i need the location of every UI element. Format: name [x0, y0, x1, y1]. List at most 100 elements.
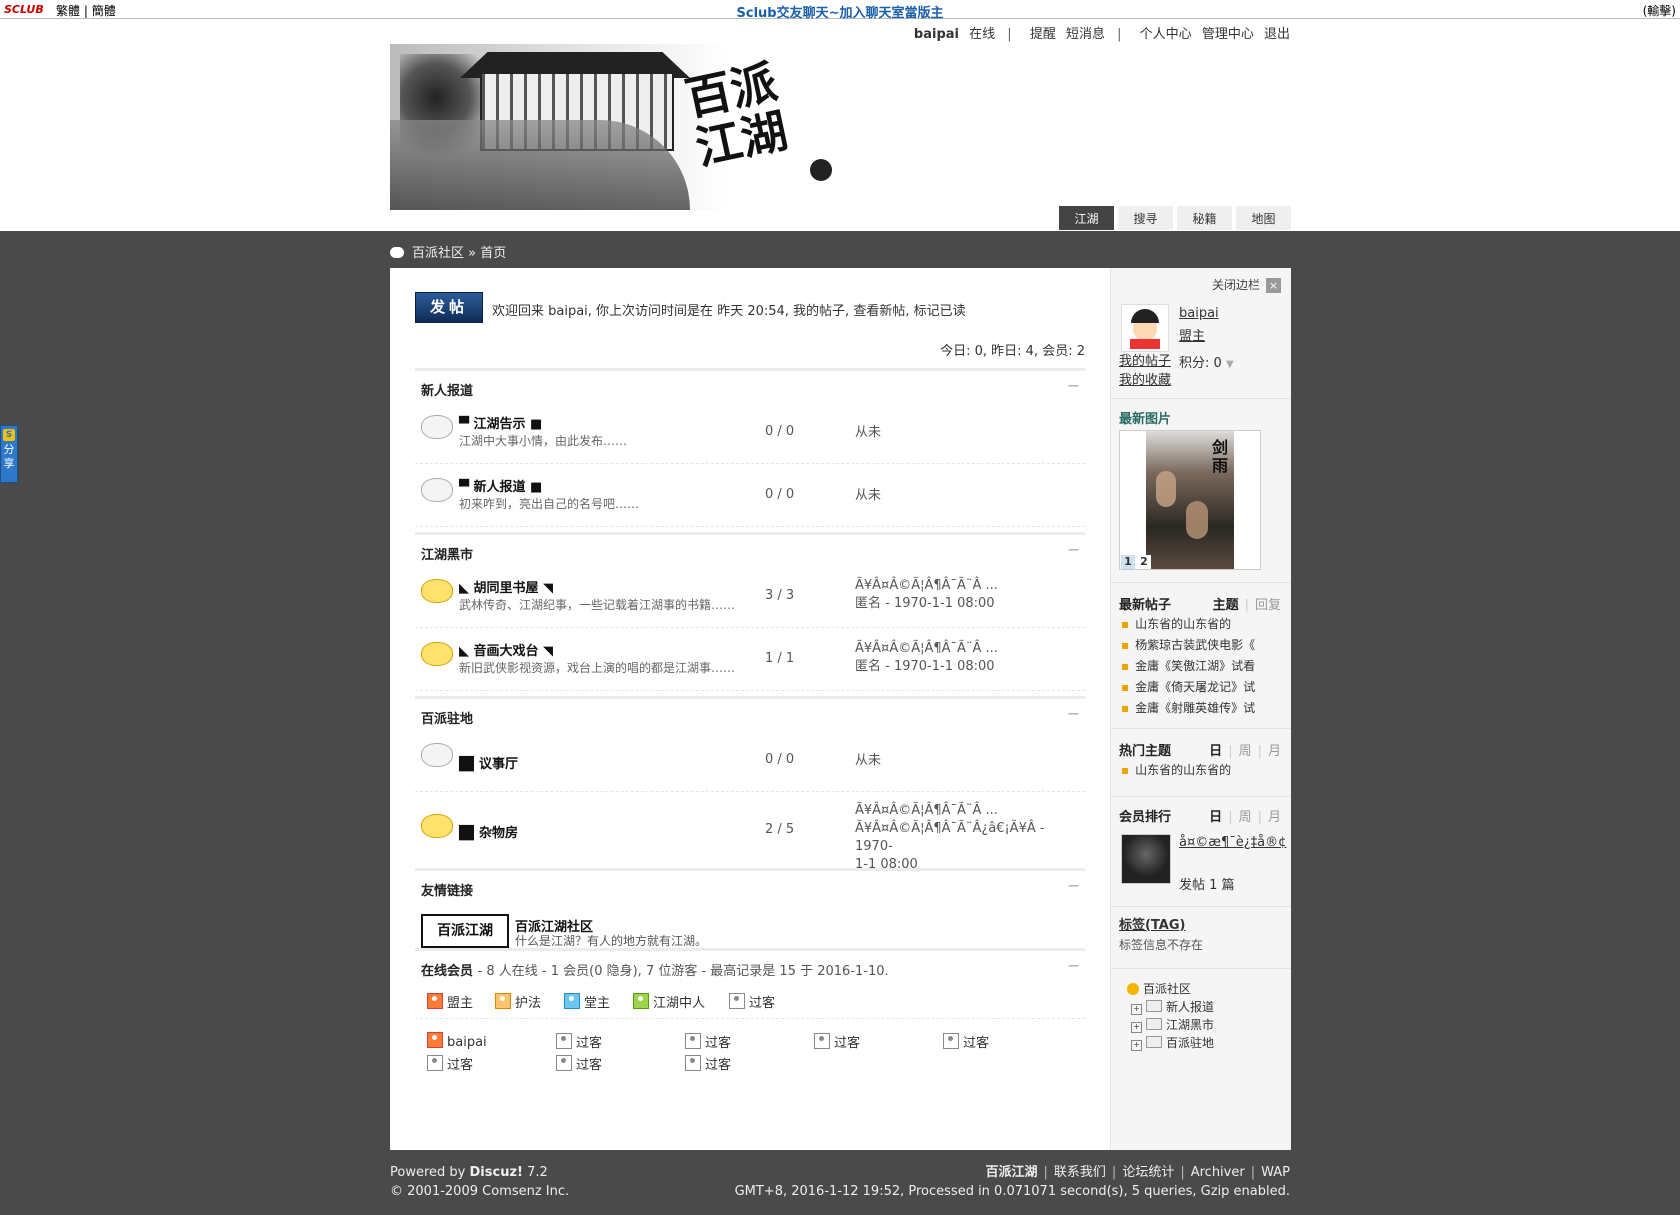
friend-link-logo[interactable]: 百派江湖 — [421, 914, 509, 948]
tab-week[interactable]: 周 — [1239, 810, 1252, 825]
footer-link[interactable]: 论坛统计 — [1122, 1165, 1174, 1180]
site-banner[interactable]: 百派江湖 — [390, 44, 840, 210]
forum-name[interactable]: █▌杂物房 — [459, 822, 518, 841]
tree-root[interactable]: 百派社区 — [1127, 980, 1214, 998]
guest-icon — [556, 1033, 572, 1049]
list-item[interactable]: ▪ 山东省的山东省的 — [1121, 614, 1255, 635]
tag-title[interactable]: 标签(TAG) — [1119, 914, 1185, 933]
avatar[interactable] — [1121, 304, 1169, 352]
collapse-icon[interactable]: — — [1068, 543, 1079, 556]
side-username[interactable]: baipai — [1179, 306, 1219, 321]
list-item[interactable]: ▪ 金庸《倚天屠龙记》试 — [1121, 677, 1255, 698]
tree-node-label[interactable]: 江湖黑市 — [1166, 1018, 1214, 1032]
expand-icon[interactable]: + — [1131, 1004, 1142, 1015]
tree-node-label[interactable]: 百派驻地 — [1166, 1036, 1214, 1050]
close-icon[interactable]: × — [1266, 278, 1281, 293]
footer-link[interactable]: 联系我们 — [1054, 1165, 1106, 1180]
expand-icon[interactable]: + — [1131, 1040, 1142, 1051]
footer-link[interactable]: Archiver — [1191, 1165, 1245, 1180]
footer-link[interactable]: WAP — [1261, 1165, 1290, 1180]
tab-jianghu[interactable]: 江湖 — [1059, 206, 1114, 230]
tab-day[interactable]: 日 — [1209, 810, 1222, 825]
chevron-down-icon[interactable]: ▼ — [1226, 359, 1234, 370]
last-post-title[interactable]: Ã¥Â¤Â©Ã¦Â¶Â¯Ã¨Â ... — [855, 577, 1083, 595]
my-favorites-link[interactable]: 我的收藏 — [1119, 373, 1171, 388]
share-button[interactable]: S 分享 — [0, 425, 18, 483]
tab-week[interactable]: 周 — [1239, 744, 1252, 759]
online-header[interactable]: 在线会员 - 8 人在线 - 1 会员(0 隐身), 7 位游客 - 最高记录是… — [415, 948, 1085, 981]
section-header[interactable]: 百派驻地 — — [415, 696, 1085, 729]
nav-username[interactable]: baipai — [914, 27, 959, 42]
latest-picture[interactable]: 剑雨 1 2 — [1119, 430, 1261, 570]
forum-name[interactable]: █▌议事厅 — [459, 753, 518, 772]
nav-admin[interactable]: 管理中心 — [1202, 27, 1254, 42]
list-item-text[interactable]: 金庸《倚天屠龙记》试 — [1135, 680, 1255, 694]
nav-profile[interactable]: 个人中心 — [1140, 27, 1192, 42]
top-right-link[interactable]: (輸擊) — [1643, 2, 1676, 19]
list-item-text[interactable]: 山东省的山东省的 — [1135, 617, 1231, 631]
tree-node[interactable]: + 百派驻地 — [1131, 1034, 1214, 1052]
online-user[interactable]: baipai — [427, 1032, 487, 1050]
share-label[interactable]: 分享 — [3, 443, 15, 471]
list-item-text[interactable]: 杨紫琼古装武侠电影《 — [1135, 638, 1255, 652]
rank-username[interactable]: å¤©æ¶¯è¿‡å®¢ — [1179, 834, 1286, 852]
links-header[interactable]: 友情链接 — — [415, 868, 1085, 901]
tab-guides[interactable]: 秘籍 — [1177, 206, 1232, 230]
tree-node[interactable]: + 新人报道 — [1131, 998, 1214, 1016]
poster-image[interactable]: 剑雨 — [1146, 431, 1234, 569]
nav-remind[interactable]: 提醒 — [1030, 27, 1056, 42]
section-title[interactable]: 百派驻地 — [421, 708, 473, 727]
list-item-text[interactable]: 金庸《笑傲江湖》试看 — [1135, 659, 1255, 673]
new-post-button[interactable]: 发帖 — [415, 292, 483, 323]
divider — [1111, 728, 1291, 729]
list-item-text[interactable]: 金庸《射雕英雄传》试 — [1135, 701, 1255, 715]
tab-day[interactable]: 日 — [1209, 744, 1222, 759]
collapse-icon[interactable]: — — [1068, 379, 1079, 392]
tree-node-label[interactable]: 新人报道 — [1166, 1000, 1214, 1014]
list-item[interactable]: ▪ 山东省的山东省的 — [1121, 760, 1231, 781]
nav-pm[interactable]: 短消息 — [1066, 27, 1105, 42]
tab-month[interactable]: 月 — [1268, 810, 1281, 825]
breadcrumb-home[interactable]: 百派社区 — [412, 246, 464, 261]
online-user-name[interactable]: baipai — [447, 1035, 487, 1050]
rank-avatar[interactable] — [1121, 834, 1171, 884]
tab-replies[interactable]: 回复 — [1255, 598, 1281, 613]
last-post-title[interactable]: Ã¥Â¤Â©Ã¦Â¶Â¯Ã¨Â ... — [855, 802, 1083, 820]
my-posts-link[interactable]: 我的帖子 — [1119, 354, 1171, 369]
section-title[interactable]: 江湖黑市 — [421, 544, 473, 563]
list-item-text[interactable]: 山东省的山东省的 — [1135, 763, 1231, 777]
tab-topics[interactable]: 主题 — [1213, 598, 1239, 613]
close-sidebar[interactable]: 关闭边栏 × — [1212, 276, 1281, 293]
list-item[interactable]: ▪ 金庸《笑傲江湖》试看 — [1121, 656, 1255, 677]
side-score[interactable]: 积分: 0 ▼ — [1179, 352, 1234, 371]
nav-online[interactable]: 在线 — [969, 27, 995, 42]
list-item[interactable]: ▪ 金庸《射雕英雄传》试 — [1121, 698, 1255, 719]
side-user-group[interactable]: 盟主 — [1179, 325, 1205, 344]
forum-name[interactable]: ▀ 新人报道 ■ — [459, 476, 542, 495]
forum-name[interactable]: ◣ 音画大戏台 ◥ — [459, 640, 553, 659]
forum-name[interactable]: ◣ 胡同里书屋 ◥ — [459, 577, 553, 596]
list-item[interactable]: ▪ 杨紫琼古装武侠电影《 — [1121, 635, 1255, 656]
footer-right: 百派江湖 | 联系我们 | 论坛统计 | Archiver | WAP GMT+8, 2016-… — [735, 1163, 1290, 1201]
forum-name[interactable]: ▀ 江湖告示 ■ — [459, 413, 542, 432]
tab-search[interactable]: 搜寻 — [1118, 206, 1173, 230]
user-nav: baipai 在线 | 提醒 短消息 | 个人中心 管理中心 退出 — [908, 23, 1290, 42]
collapse-icon[interactable]: — — [1068, 959, 1079, 972]
tree-node[interactable]: + 江湖黑市 — [1131, 1016, 1214, 1034]
pic-page-2[interactable]: 2 — [1137, 555, 1151, 569]
section-header[interactable]: 江湖黑市 — — [415, 532, 1085, 565]
section-title[interactable]: 新人报道 — [421, 380, 473, 399]
discuz-link[interactable]: Discuz! — [470, 1165, 523, 1180]
last-post-title[interactable]: Ã¥Â¤Â©Ã¦Â¶Â¯Ã¨Â ... — [855, 640, 1083, 658]
close-sidebar-label[interactable]: 关闭边栏 — [1212, 278, 1260, 292]
footer-link[interactable]: 百派江湖 — [986, 1165, 1038, 1180]
tab-map[interactable]: 地图 — [1236, 206, 1291, 230]
nav-logout[interactable]: 退出 — [1264, 27, 1290, 42]
expand-icon[interactable]: + — [1131, 1022, 1142, 1033]
section-header[interactable]: 新人报道 — — [415, 368, 1085, 401]
collapse-icon[interactable]: — — [1068, 879, 1079, 892]
tree-root-label[interactable]: 百派社区 — [1143, 982, 1191, 996]
collapse-icon[interactable]: — — [1068, 707, 1079, 720]
tab-month[interactable]: 月 — [1268, 744, 1281, 759]
pic-page-1[interactable]: 1 — [1121, 555, 1135, 569]
